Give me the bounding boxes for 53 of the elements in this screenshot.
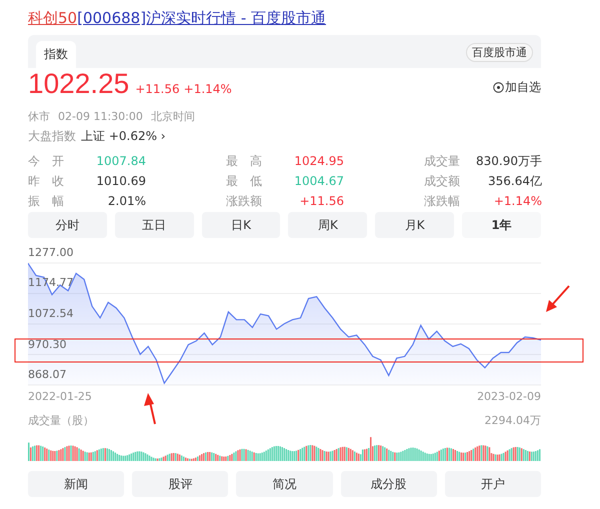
stat-value: 1007.84 [96,154,146,168]
market-label: 大盘指数 [28,128,76,144]
title-link[interactable]: [000688]沪深实时行情 - 百度股市通 [77,9,326,27]
stat-value: 2.01% [108,194,146,208]
y-axis-label: 970.30 [28,338,66,350]
stat-label: 振 幅 [28,192,64,210]
timezone: 北京时间 [150,108,195,124]
stat-label: 成交量 [424,152,460,170]
stat-value: 830.90万手 [476,152,542,170]
tab[interactable]: 指数 [36,41,76,68]
nav-button[interactable]: 股评 [132,471,228,497]
nav-button[interactable]: 成分股 [340,471,437,497]
add-circle-icon [493,82,504,93]
stat-label: 成交额 [424,172,460,190]
stat-value: +1.14% [494,194,542,208]
stat-label: 最 低 [226,172,262,190]
period-tab[interactable]: 五日 [114,212,194,238]
arrow [144,393,156,424]
stat-label: 涨跌幅 [424,192,460,210]
stat-value: 1010.69 [96,174,146,188]
volume-max: 2294.04万 [484,412,541,428]
volume-label: 成交量（股） [28,412,94,428]
stat-value: 1004.67 [294,174,344,188]
period-tab[interactable]: 周K [288,212,368,238]
period-tab[interactable]: 分时 [28,212,107,238]
source-badge: 百度股市通 [466,43,533,62]
y-axis-label: 1277.00 [28,246,74,259]
period-tab[interactable]: 日K [202,212,280,238]
y-axis-label: 1072.54 [28,306,74,320]
nav-button[interactable]: 简况 [236,471,333,497]
x-axis-label: 2022-01-25 [28,390,92,402]
stat-label: 最 高 [226,152,262,170]
stat-value: 1024.95 [294,154,344,168]
period-tab[interactable]: 1年 [462,212,541,238]
market-status: 休市 [28,108,50,124]
period-tab[interactable]: 月K [375,212,454,238]
timestamp: 02-09 11:30:00 [58,110,143,122]
stat-label: 昨 收 [28,172,64,190]
price-change: +11.56 [135,82,180,96]
price: 1022.25 [28,68,130,100]
stat-label: 今 开 [28,152,64,170]
stat-value: 356.64亿 [488,172,542,190]
arrow [546,285,570,312]
stat-value: +11.56 [300,194,344,208]
add-watchlist-button[interactable]: 加自选 [493,79,541,96]
y-axis-label: 868.07 [28,368,66,381]
x-axis-label: 2023-02-09 [477,390,541,402]
nav-button[interactable]: 开户 [444,471,542,497]
percent-change: +1.14% [184,82,232,96]
market-index-link[interactable]: 上证 +0.62% › [81,128,166,144]
stat-label: 涨跌额 [226,192,262,210]
nav-button[interactable]: 新闻 [28,471,124,497]
title-link[interactable]: 科创50 [28,9,78,27]
